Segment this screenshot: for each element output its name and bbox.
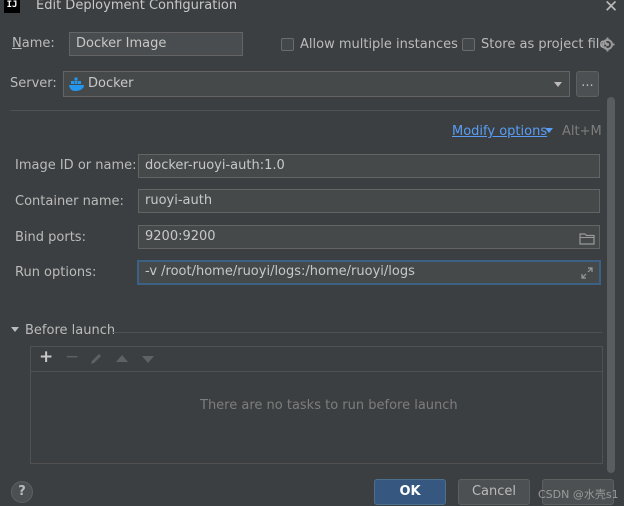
folder-icon[interactable] xyxy=(579,231,595,245)
server-selected-value: Docker xyxy=(88,76,134,91)
scrollbar[interactable] xyxy=(607,97,615,473)
server-browse-button[interactable]: ... xyxy=(576,71,599,97)
before-launch-label[interactable]: Before launch xyxy=(25,323,115,338)
settings-gear-icon[interactable] xyxy=(600,37,615,52)
window-title: Edit Deployment Configuration xyxy=(36,0,238,13)
chevron-down-icon xyxy=(554,82,562,87)
app-logo-icon: IJ xyxy=(4,0,20,13)
edit-pencil-icon[interactable] xyxy=(89,352,103,366)
modify-options-shortcut: Alt+M xyxy=(562,124,602,139)
image-id-label: Image ID or name: xyxy=(15,158,137,173)
allow-multiple-label: Allow multiple instances xyxy=(300,37,458,52)
close-icon[interactable]: ✕ xyxy=(604,0,618,17)
store-as-project-checkbox[interactable] xyxy=(462,38,475,51)
allow-multiple-checkbox[interactable] xyxy=(281,38,294,51)
add-icon[interactable]: + xyxy=(39,347,53,367)
modify-options-chevron-icon[interactable] xyxy=(545,128,553,133)
help-button[interactable]: ? xyxy=(11,481,33,503)
before-launch-empty-text: There are no tasks to run before launch xyxy=(200,398,458,413)
name-label: Name: xyxy=(12,36,55,51)
move-down-icon[interactable] xyxy=(142,356,154,363)
modify-options-link-text: Modify options xyxy=(452,124,548,139)
run-options-value: -v /root/home/ruoyi/logs:/home/ruoyi/log… xyxy=(145,264,415,279)
expand-icon[interactable] xyxy=(581,266,593,279)
bind-ports-label: Bind ports: xyxy=(15,230,86,245)
bind-ports-value: 9200:9200 xyxy=(145,229,216,244)
server-label: Server: xyxy=(10,76,57,91)
cancel-button[interactable]: Cancel xyxy=(458,479,530,505)
store-as-project-label: Store as project file xyxy=(481,37,608,52)
section-divider xyxy=(10,110,600,111)
server-combo[interactable]: Docker xyxy=(63,71,570,97)
before-launch-panel: + − There are no tasks to run before lau… xyxy=(30,346,603,464)
modify-options-link[interactable]: Modify options xyxy=(452,124,547,139)
container-name-label: Container name: xyxy=(15,194,124,209)
docker-icon xyxy=(68,76,86,92)
move-up-icon[interactable] xyxy=(116,355,128,362)
bind-ports-input[interactable]: 9200:9200 xyxy=(138,225,600,249)
watermark: CSDN @水壳s1 xyxy=(538,488,619,501)
before-launch-divider xyxy=(112,332,602,333)
ok-button[interactable]: OK xyxy=(374,479,446,505)
remove-icon[interactable]: − xyxy=(65,347,79,367)
image-id-input[interactable]: docker-ruoyi-auth:1.0 xyxy=(138,154,600,178)
before-launch-toolbar: + − xyxy=(31,347,602,372)
container-name-input[interactable]: ruoyi-auth xyxy=(138,189,600,213)
name-input[interactable]: Docker Image xyxy=(69,32,243,56)
before-launch-chevron-icon[interactable] xyxy=(11,327,19,332)
run-options-input[interactable]: -v /root/home/ruoyi/logs:/home/ruoyi/log… xyxy=(137,260,601,285)
run-options-label: Run options: xyxy=(15,265,97,280)
